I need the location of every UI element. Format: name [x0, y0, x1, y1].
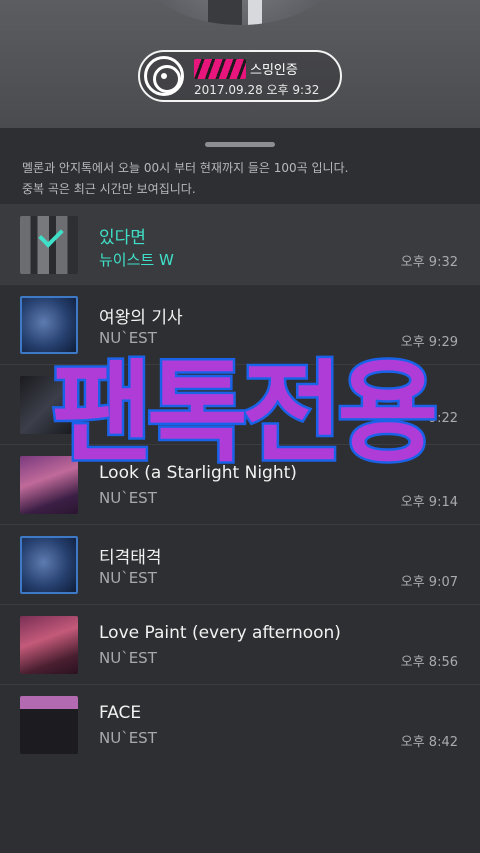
- track-title: 여왕의 기사: [99, 308, 183, 328]
- track-artist: NU`EST: [99, 729, 157, 747]
- track-row[interactable]: FACE NU`EST 오후 8:42: [0, 684, 480, 764]
- history-description-line: 중복 곡은 최근 시간만 보여집니다.: [22, 182, 196, 196]
- album-art: [20, 616, 78, 674]
- certification-label: 스밍인증: [250, 63, 298, 78]
- now-playing-check-icon: [38, 222, 64, 248]
- album-art: [20, 696, 78, 754]
- track-artist: NU`EST: [99, 569, 157, 587]
- album-art: [20, 536, 78, 594]
- track-played-time: 오후 8:56: [400, 655, 458, 670]
- track-title: FACE: [99, 703, 142, 723]
- track-row[interactable]: Love Paint (every afternoon) NU`EST 오후 8…: [0, 604, 480, 684]
- profile-image: [130, 0, 350, 25]
- play-history-sheet: 멜론과 안지톡에서 오늘 00시 부터 현재까지 들은 100곡 입니다. 중복…: [0, 128, 480, 853]
- redacted-username: [194, 59, 246, 79]
- certification-datetime: 2017.09.28 오후 9:32: [194, 83, 320, 97]
- track-title: 티격태격: [99, 548, 162, 568]
- track-played-time: 오후 8:42: [400, 735, 458, 750]
- track-title: Love Paint (every afternoon): [99, 623, 341, 643]
- track-row[interactable]: 티격태격 NU`EST 오후 9:07: [0, 524, 480, 604]
- track-artist: 뉴이스트 W: [99, 251, 174, 269]
- vinyl-disc-icon: [144, 56, 184, 96]
- track-played-time: 오후 9:07: [400, 575, 458, 590]
- track-artist: NU`EST: [99, 649, 157, 667]
- profile-figure: [208, 0, 242, 25]
- header-area: 스밍인증 2017.09.28 오후 9:32: [0, 0, 480, 128]
- profile-figure: [248, 0, 262, 25]
- track-title: 있다면: [99, 228, 146, 248]
- drag-handle[interactable]: [205, 142, 275, 147]
- track-played-time: 오후 9:32: [400, 255, 458, 270]
- history-description: 멜론과 안지톡에서 오늘 00시 부터 현재까지 들은 100곡 입니다. 중복…: [22, 158, 462, 200]
- album-art: [20, 216, 78, 274]
- history-description-line: 멜론과 안지톡에서 오늘 00시 부터 현재까지 들은 100곡 입니다.: [22, 161, 349, 175]
- streaming-certification-badge: 스밍인증 2017.09.28 오후 9:32: [138, 50, 342, 102]
- track-row-current[interactable]: 있다면 뉴이스트 W 오후 9:32: [0, 204, 480, 284]
- track-played-time: 오후 9:14: [400, 495, 458, 510]
- watermark-overlay: 팬톡전용: [49, 347, 441, 480]
- track-artist: NU`EST: [99, 489, 157, 507]
